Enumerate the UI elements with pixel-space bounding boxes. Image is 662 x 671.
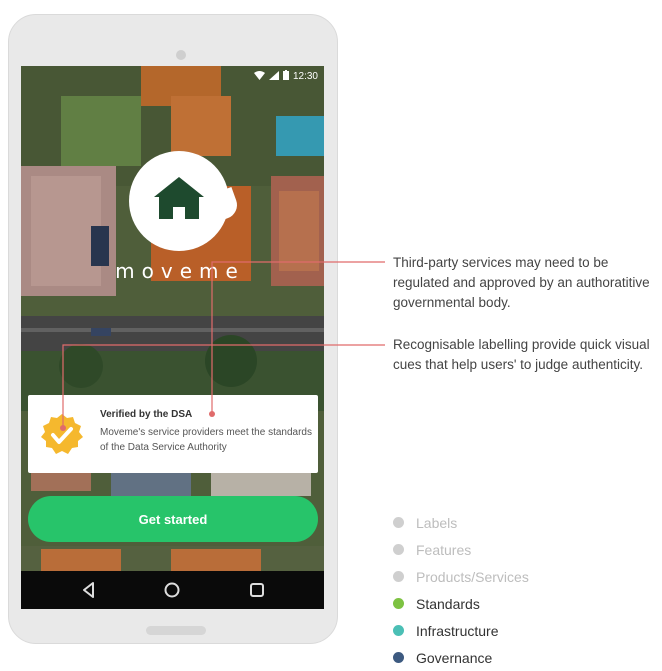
- legend-label: Products/Services: [416, 568, 529, 585]
- app-screen: 12:30 moveme Verified by the DSA Moveme'…: [21, 66, 324, 609]
- app-logo: [129, 151, 229, 251]
- back-icon[interactable]: [79, 580, 99, 600]
- legend-label: Governance: [416, 649, 493, 666]
- legend-label: Features: [416, 541, 472, 558]
- legend-dot: [393, 517, 404, 528]
- house-icon: [154, 177, 204, 219]
- front-camera: [176, 50, 186, 60]
- verified-badge-icon: [41, 414, 83, 454]
- legend-label: Standards: [416, 595, 480, 612]
- legend-item: Governance: [393, 644, 529, 671]
- category-legend: Labels Features Products/Services Standards…: [393, 509, 529, 671]
- legend-item: Products/Services: [393, 563, 529, 590]
- callout-labelling: Recognisable labelling provide quick vis…: [393, 337, 650, 372]
- brand-name: moveme: [115, 259, 245, 283]
- signal-icon: [268, 70, 279, 83]
- home-icon[interactable]: [162, 580, 182, 600]
- status-time: 12:30: [292, 71, 318, 82]
- legend-dot: [393, 652, 404, 663]
- legend-item: Standards: [393, 590, 529, 617]
- battery-icon: [282, 70, 289, 83]
- legend-dot: [393, 544, 404, 555]
- legend-label: Labels: [416, 514, 458, 531]
- callout-regulation: Third-party services may need to be regu…: [393, 255, 650, 310]
- legend-item: Features: [393, 536, 529, 563]
- phone-home-indicator: [146, 626, 206, 635]
- verified-card-body: Moveme's service providers meet the stan…: [100, 427, 312, 453]
- get-started-button[interactable]: Get started: [28, 496, 318, 542]
- verified-card: Verified by the DSA Moveme's service pro…: [28, 395, 318, 473]
- legend-dot: [393, 598, 404, 609]
- status-bar: 12:30: [21, 66, 324, 86]
- wifi-icon: [253, 70, 265, 83]
- android-nav-bar: [21, 571, 324, 609]
- legend-item: Labels: [393, 509, 529, 536]
- legend-dot: [393, 571, 404, 582]
- legend-item: Infrastructure: [393, 617, 529, 644]
- legend-dot: [393, 625, 404, 636]
- legend-label: Infrastructure: [416, 622, 499, 639]
- verified-card-title: Verified by the DSA: [100, 409, 193, 420]
- recents-icon[interactable]: [247, 580, 267, 600]
